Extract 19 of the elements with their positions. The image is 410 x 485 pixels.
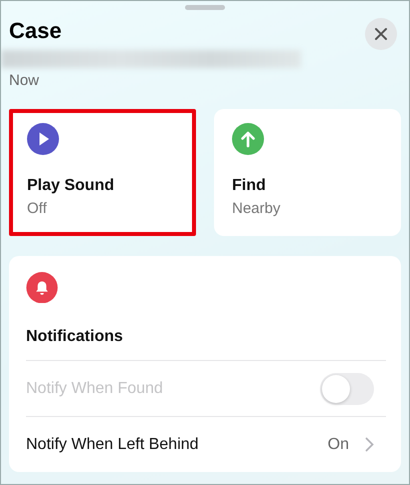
card-title: Notifications	[26, 328, 123, 346]
close-button[interactable]	[365, 18, 397, 50]
sheet-title: Case	[9, 18, 63, 44]
action-tile[interactable]: Play Sound Off	[9, 109, 196, 236]
sheet-grabber[interactable]	[185, 5, 225, 10]
close-icon	[374, 27, 388, 41]
row-label: Notify When Found	[26, 380, 164, 398]
sheet-subtitle: Now	[9, 72, 40, 89]
tile-title: Find	[232, 177, 266, 195]
row-value: On	[328, 436, 349, 454]
action-tile[interactable]: Find Nearby	[214, 109, 401, 236]
chevron-icon	[365, 437, 374, 452]
play-icon	[27, 123, 59, 155]
row-label: Notify When Left Behind	[26, 436, 200, 454]
tile-detail: Off	[27, 200, 47, 217]
setting-row[interactable]: Notify When Left Behind On	[26, 416, 386, 472]
tile-title: Play Sound	[27, 177, 114, 195]
tile-detail: Nearby	[232, 200, 280, 217]
bell-icon	[26, 272, 58, 304]
